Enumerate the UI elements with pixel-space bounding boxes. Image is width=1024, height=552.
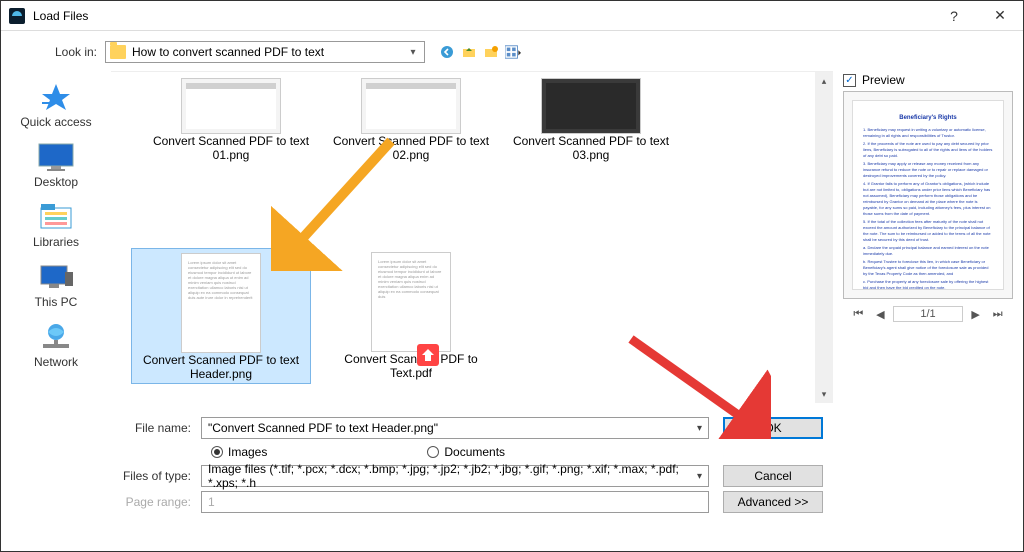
file-list-area[interactable]: Convert Scanned PDF to text 01.png Conve… [111, 71, 833, 403]
libraries-icon [36, 199, 76, 235]
file-thumb-selected[interactable]: Lorem ipsum dolor sit amet consectetur a… [131, 248, 311, 384]
scroll-down-icon[interactable]: ▾ [815, 385, 833, 403]
prev-page-icon[interactable]: ◀ [871, 305, 889, 323]
close-button[interactable]: ✕ [977, 1, 1023, 31]
pdf-icon [417, 344, 439, 366]
look-in-value: How to convert scanned PDF to text [132, 45, 406, 59]
preview-label: Preview [862, 73, 905, 87]
sidebar-item-label: Desktop [34, 175, 78, 189]
back-icon[interactable] [439, 44, 455, 60]
radio-checked-icon [211, 446, 223, 458]
sidebar-item-label: Quick access [20, 115, 91, 129]
sidebar-item-label: This PC [35, 295, 78, 309]
file-name-input[interactable]: "Convert Scanned PDF to text Header.png" [201, 417, 709, 439]
network-icon [36, 319, 76, 355]
new-folder-icon[interactable] [483, 44, 499, 60]
sidebar-item-libraries[interactable]: Libraries [1, 199, 111, 249]
file-label: Convert Scanned PDF to text 03.png [501, 134, 681, 162]
look-in-toolbar: Look in: How to convert scanned PDF to t… [1, 37, 1023, 67]
next-page-icon[interactable]: ▶ [967, 305, 985, 323]
file-name-label: File name: [111, 421, 201, 435]
file-thumb[interactable]: Convert Scanned PDF to text 02.png [321, 78, 501, 162]
scroll-up-icon[interactable]: ▴ [815, 72, 833, 90]
file-label: Convert Scanned PDF to Text.pdf [331, 352, 491, 380]
checkbox-checked-icon: ✓ [843, 74, 856, 87]
page-range-input: 1 [201, 491, 709, 513]
desktop-icon [36, 139, 76, 175]
page-indicator: 1/1 [893, 306, 962, 322]
file-scrollbar[interactable]: ▴ ▾ [815, 72, 833, 403]
files-of-type-dropdown[interactable]: Image files (*.tif; *.pcx; *.dcx; *.bmp;… [201, 465, 709, 487]
quick-access-icon [36, 79, 76, 115]
sidebar-item-label: Libraries [33, 235, 79, 249]
preview-panel: ✓ Preview Beneficiary's Rights 1. Benefi… [833, 67, 1023, 547]
this-pc-icon [36, 259, 76, 295]
titlebar: Load Files ? ✕ [1, 1, 1023, 31]
sidebar-item-quick-access[interactable]: Quick access [1, 79, 111, 129]
advanced-button[interactable]: Advanced >> [723, 491, 823, 513]
app-icon [9, 8, 25, 24]
sidebar-item-label: Network [34, 355, 78, 369]
last-page-icon[interactable]: ⏭ [989, 305, 1007, 323]
look-in-dropdown[interactable]: How to convert scanned PDF to text ▾ [105, 41, 425, 63]
look-in-label: Look in: [15, 45, 105, 59]
help-button[interactable]: ? [931, 1, 977, 31]
preview-checkbox[interactable]: ✓ Preview [843, 73, 1013, 87]
sidebar-item-network[interactable]: Network [1, 319, 111, 369]
preview-viewport: Beneficiary's Rights 1. Beneficiary may … [843, 91, 1013, 299]
first-page-icon[interactable]: ⏮ [849, 305, 867, 323]
radio-images[interactable]: Images [211, 445, 267, 459]
file-label: Convert Scanned PDF to text Header.png [136, 353, 306, 381]
file-thumb[interactable]: Convert Scanned PDF to text 01.png [141, 78, 321, 162]
radio-documents[interactable]: Documents [427, 445, 505, 459]
folder-icon [110, 45, 126, 59]
page-range-label: Page range: [111, 495, 201, 509]
view-menu-icon[interactable] [505, 44, 521, 60]
sidebar-item-this-pc[interactable]: This PC [1, 259, 111, 309]
radio-icon [427, 446, 439, 458]
chevron-down-icon: ▾ [406, 47, 420, 58]
places-sidebar: Quick access Desktop Libraries This PC N… [1, 67, 111, 547]
file-label: Convert Scanned PDF to text 01.png [141, 134, 321, 162]
window-title: Load Files [33, 9, 88, 23]
cancel-button[interactable]: Cancel [723, 465, 823, 487]
file-label: Convert Scanned PDF to text 02.png [321, 134, 501, 162]
file-thumb[interactable]: Lorem ipsum dolor sit amet consectetur a… [331, 252, 491, 380]
files-of-type-label: Files of type: [111, 469, 201, 483]
ok-button[interactable]: OK [723, 417, 823, 439]
sidebar-item-desktop[interactable]: Desktop [1, 139, 111, 189]
up-folder-icon[interactable] [461, 44, 477, 60]
file-thumb[interactable]: Convert Scanned PDF to text 03.png [501, 78, 681, 162]
